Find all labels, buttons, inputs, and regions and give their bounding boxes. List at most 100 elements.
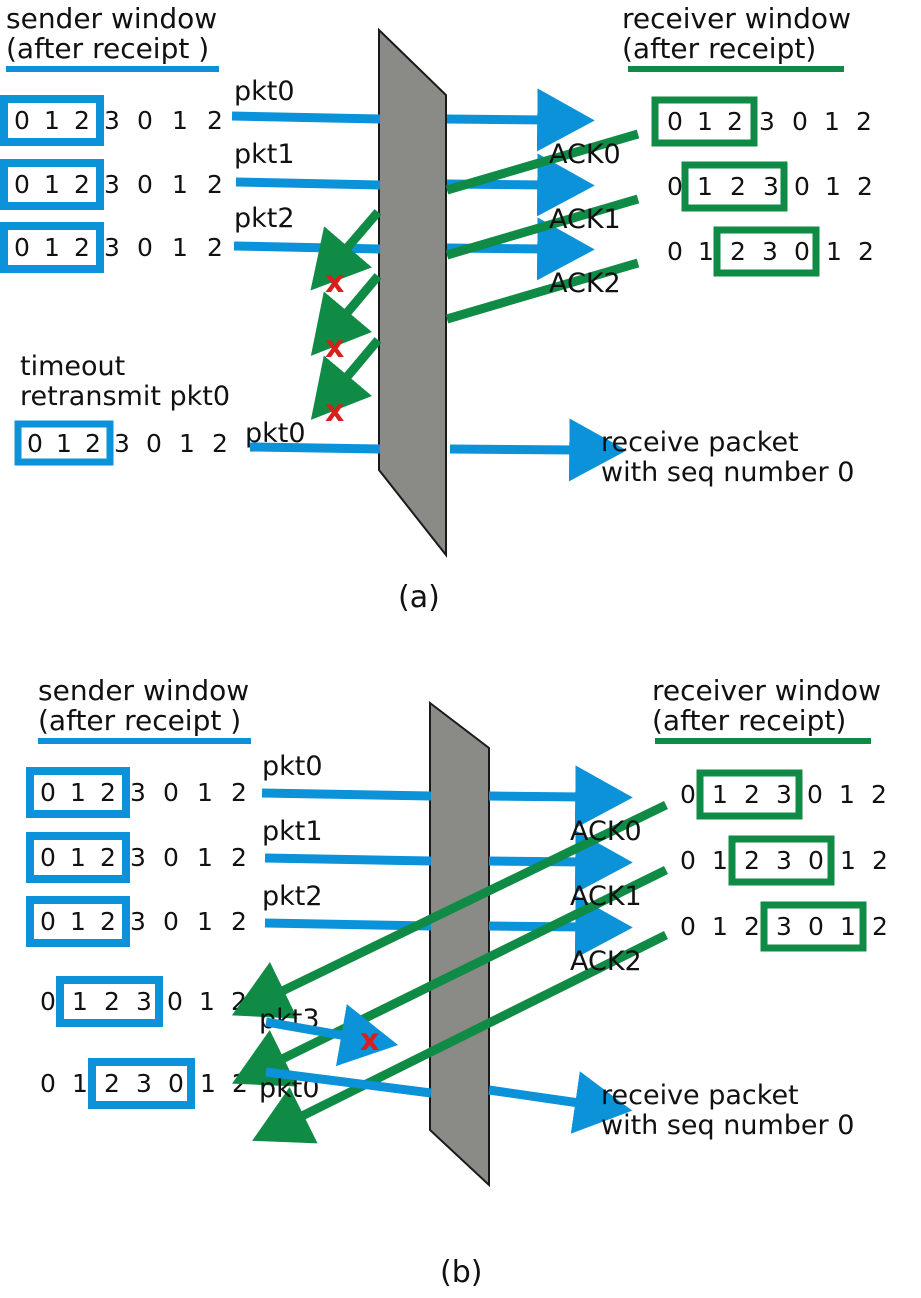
seq-cell: 2 <box>74 233 90 262</box>
packet-label-pkt0: pkt0 <box>234 76 295 107</box>
seq-cell: 2 <box>872 912 888 941</box>
seq-cell: 2 <box>85 429 101 458</box>
seq-cell: 3 <box>130 843 146 872</box>
seq-cell: 2 <box>231 987 247 1016</box>
seq-cell: 2 <box>232 1069 248 1098</box>
seq-cell: 1 <box>698 237 714 266</box>
seq-cell: 3 <box>776 846 792 875</box>
seq-cell: 0 <box>794 237 810 266</box>
seq-cell: 1 <box>56 429 72 458</box>
timeout-note-line2: retransmit pkt0 <box>20 381 230 412</box>
ack-label-ack0: ACK0 <box>549 139 621 170</box>
seq-cell: 1 <box>44 170 60 199</box>
seq-cell: 3 <box>762 237 778 266</box>
panel-letter-a: (a) <box>398 580 440 615</box>
receive-note-line1: receive packet <box>601 427 799 458</box>
seq-cell: 1 <box>712 912 728 941</box>
seq-cell: 3 <box>776 912 792 941</box>
seq-cell: 1 <box>825 172 841 201</box>
seq-cell: 3 <box>759 107 775 136</box>
seq-cell: 1 <box>44 106 60 135</box>
transmission-medium-b <box>429 700 490 1188</box>
seq-cell: 1 <box>712 846 728 875</box>
seq-cell: 2 <box>744 780 760 809</box>
seq-cell: 0 <box>146 429 162 458</box>
pkt1-arrow-left-segment <box>235 177 381 190</box>
seq-cell: 3 <box>104 233 120 262</box>
seq-cell: 1 <box>72 1069 88 1098</box>
gbn-sr-protocol-diagram: sender window (after receipt ) receiver … <box>0 0 921 1298</box>
seq-cell: 1 <box>840 912 856 941</box>
seq-cell: 1 <box>172 233 188 262</box>
seq-cell: 2 <box>727 107 743 136</box>
seq-cell: 1 <box>839 780 855 809</box>
seq-cell: 2 <box>872 846 888 875</box>
seq-cell: 2 <box>74 106 90 135</box>
seq-cell: 1 <box>197 778 213 807</box>
pkt2-arrow-left-segment <box>233 241 381 254</box>
seq-cell: 2 <box>207 170 223 199</box>
seq-cell: 0 <box>137 106 153 135</box>
seq-cell: 2 <box>231 778 247 807</box>
seq-cell: 2 <box>730 172 746 201</box>
seq-cell: 0 <box>163 907 179 936</box>
seq-cell: 3 <box>136 1069 152 1098</box>
seq-cell: 1 <box>840 846 856 875</box>
ack-label-ack0: ACK0 <box>570 816 642 847</box>
seq-cell: 3 <box>104 170 120 199</box>
seq-cell: 0 <box>667 172 683 201</box>
loss-x-icon: x <box>325 330 344 365</box>
pkt0-arrow-left-segment <box>261 788 432 801</box>
seq-cell: 0 <box>14 233 30 262</box>
pkt0-arrow-right-segment <box>446 88 595 152</box>
seq-cell: 0 <box>14 170 30 199</box>
seq-cell: 0 <box>808 912 824 941</box>
seq-cell: 2 <box>231 843 247 872</box>
receive-note-line2: with seq number 0 <box>601 1110 854 1141</box>
receiver-title-line2: (after receipt) <box>622 32 816 65</box>
seq-cell: 3 <box>136 987 152 1016</box>
seq-cell: 0 <box>40 1069 56 1098</box>
seq-cell: 1 <box>200 1069 216 1098</box>
loss-x-icon: x <box>325 394 344 429</box>
seq-cell: 2 <box>104 1069 120 1098</box>
receive-note-line1: receive packet <box>601 1080 799 1111</box>
seq-cell: 2 <box>857 172 873 201</box>
pkt1-arrow-left-segment <box>264 853 432 866</box>
seq-cell: 0 <box>163 843 179 872</box>
seq-cell: 3 <box>114 429 130 458</box>
retransmit-arrow-left-segment <box>249 442 381 454</box>
seq-cell: 2 <box>74 170 90 199</box>
seq-cell: 0 <box>14 106 30 135</box>
seq-cell: 1 <box>44 233 60 262</box>
seq-cell: 2 <box>100 778 116 807</box>
seq-cell: 2 <box>207 233 223 262</box>
seq-cell: 2 <box>871 780 887 809</box>
seq-cell: 1 <box>197 907 213 936</box>
ack-label-ack2: ACK2 <box>570 946 642 977</box>
ack-label-ack2: ACK2 <box>549 268 621 299</box>
seq-cell: 2 <box>730 237 746 266</box>
seq-cell: 0 <box>40 907 56 936</box>
seq-cell: 3 <box>763 172 779 201</box>
transmission-medium-a <box>378 27 447 558</box>
loss-x-icon: x <box>325 265 344 300</box>
seq-cell: 0 <box>27 429 43 458</box>
loss-x-icon: x <box>360 1023 379 1058</box>
pkt1-arrow-right-segment <box>488 830 633 894</box>
seq-cell: 0 <box>680 912 696 941</box>
seq-cell: 1 <box>70 907 86 936</box>
seq-cell: 0 <box>40 778 56 807</box>
pkt0-arrow-left-segment <box>231 111 381 124</box>
seq-cell: 0 <box>163 778 179 807</box>
sender-title-line2: (after receipt ) <box>38 704 241 737</box>
receiver-title-line1: receiver window <box>652 674 881 707</box>
packet-label-pkt0: pkt0 <box>262 751 323 782</box>
seq-cell: 0 <box>40 987 56 1016</box>
seq-cell: 1 <box>826 237 842 266</box>
seq-cell: 1 <box>824 107 840 136</box>
seq-cell: 2 <box>858 237 874 266</box>
receiver-title-underline <box>628 66 844 72</box>
seq-cell: 3 <box>776 780 792 809</box>
seq-cell: 1 <box>70 843 86 872</box>
